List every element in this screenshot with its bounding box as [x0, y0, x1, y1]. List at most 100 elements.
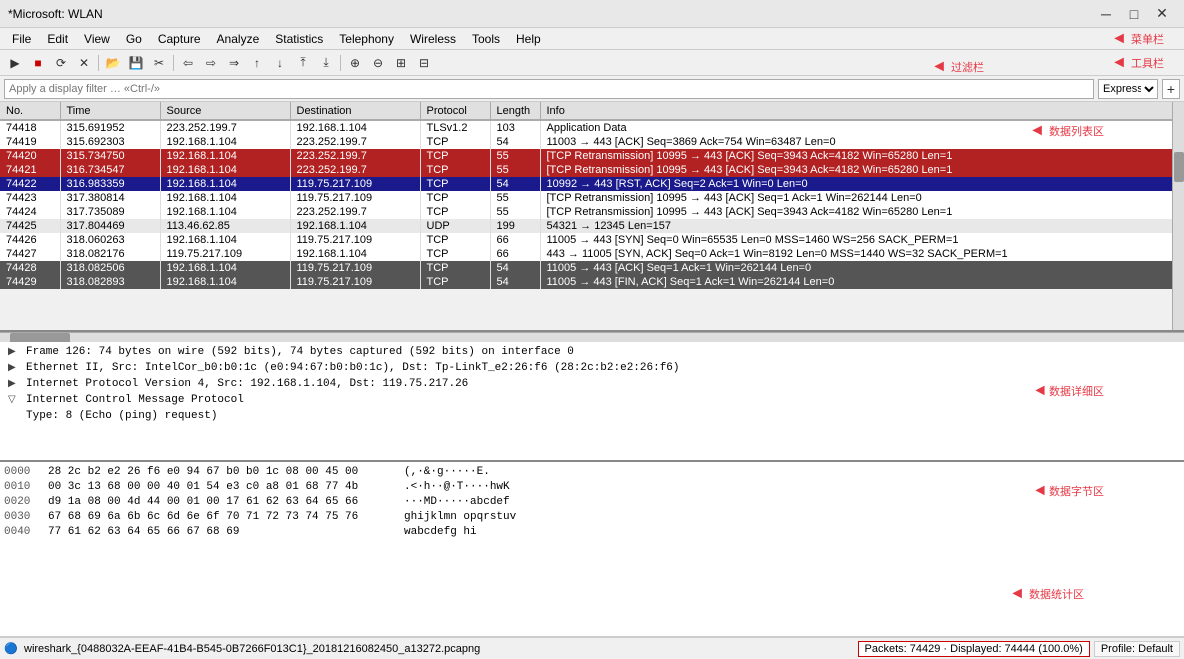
tb-sep1: [98, 55, 99, 71]
hex-row: 0020 d9 1a 08 00 4d 44 00 01 00 17 61 62…: [4, 494, 1180, 509]
table-row[interactable]: 74424 317.735089 192.168.1.104 223.252.1…: [0, 205, 1184, 219]
cell-proto: TCP: [420, 149, 490, 163]
tb-first[interactable]: ⤒: [292, 53, 314, 73]
detail-row[interactable]: ▶ Ethernet II, Src: IntelCor_b0:b0:1c (e…: [4, 360, 1180, 376]
tb-zoomout[interactable]: ⊖: [367, 53, 389, 73]
menu-edit[interactable]: Edit: [39, 30, 76, 48]
cell-no: 74429: [0, 275, 60, 289]
menu-file[interactable]: File: [4, 30, 39, 48]
cell-len: 55: [490, 149, 540, 163]
table-row[interactable]: 74425 317.804469 113.46.62.85 192.168.1.…: [0, 219, 1184, 233]
cell-no: 74424: [0, 205, 60, 219]
table-row[interactable]: 74429 318.082893 192.168.1.104 119.75.21…: [0, 275, 1184, 289]
close-button[interactable]: ✕: [1148, 3, 1176, 25]
tb-fwd[interactable]: ⇨: [200, 53, 222, 73]
menu-wireless[interactable]: Wireless: [402, 30, 464, 48]
col-info[interactable]: Info: [540, 102, 1184, 120]
cell-len: 54: [490, 177, 540, 191]
packet-vscrollbar[interactable]: [1172, 102, 1184, 330]
cell-dst: 119.75.217.109: [290, 177, 420, 191]
col-len[interactable]: Length: [490, 102, 540, 120]
cell-proto: TCP: [420, 261, 490, 275]
col-src[interactable]: Source: [160, 102, 290, 120]
table-row[interactable]: 74428 318.082506 192.168.1.104 119.75.21…: [0, 261, 1184, 275]
detail-row[interactable]: ▶ Internet Protocol Version 4, Src: 192.…: [4, 376, 1180, 392]
cell-time: 315.734750: [60, 149, 160, 163]
filter-input[interactable]: [4, 79, 1094, 99]
menubar: File Edit View Go Capture Analyze Statis…: [0, 28, 1184, 50]
table-row[interactable]: 74421 316.734547 192.168.1.104 223.252.1…: [0, 163, 1184, 177]
cell-proto: TCP: [420, 233, 490, 247]
menu-analyze[interactable]: Analyze: [209, 30, 268, 48]
table-row[interactable]: 74420 315.734750 192.168.1.104 223.252.1…: [0, 149, 1184, 163]
tb-save[interactable]: 💾: [125, 53, 147, 73]
hex-ascii: ghijklmn opqrstuv: [404, 511, 516, 523]
tb-next[interactable]: ↓: [269, 53, 291, 73]
cell-time: 317.380814: [60, 191, 160, 205]
table-row[interactable]: 74418 315.691952 223.252.199.7 192.168.1…: [0, 120, 1184, 135]
cell-dst: 223.252.199.7: [290, 149, 420, 163]
hex-rows: 0000 28 2c b2 e2 26 f6 e0 94 67 b0 b0 1c…: [4, 464, 1180, 539]
detail-row[interactable]: ▶ Frame 126: 74 bytes on wire (592 bits)…: [4, 344, 1180, 360]
expression-dropdown[interactable]: Expression…: [1098, 79, 1158, 99]
col-no[interactable]: No.: [0, 102, 60, 120]
tb-start[interactable]: ▶: [4, 53, 26, 73]
hex-row: 0040 77 61 62 63 64 65 66 67 68 69 wabcd…: [4, 524, 1180, 539]
menu-help[interactable]: Help: [508, 30, 549, 48]
cell-time: 318.082893: [60, 275, 160, 289]
minimize-button[interactable]: ─: [1092, 3, 1120, 25]
cell-proto: TCP: [420, 163, 490, 177]
tb-stop[interactable]: ■: [27, 53, 49, 73]
tb-zoomin[interactable]: ⊕: [344, 53, 366, 73]
toolbar-annotation: ◄ 工具栏: [1111, 54, 1164, 72]
tb-resize[interactable]: ⊟: [413, 53, 435, 73]
maximize-button[interactable]: □: [1120, 3, 1148, 25]
hex-bytes: d9 1a 08 00 4d 44 00 01 00 17 61 62 63 6…: [48, 496, 388, 508]
col-dst[interactable]: Destination: [290, 102, 420, 120]
tb-close2[interactable]: ✂: [148, 53, 170, 73]
stats-annotation: ◄ 数据统计区: [1009, 585, 1084, 603]
main-area: ◄ 数据列表区 No. Time Source Destination Prot…: [0, 102, 1184, 659]
tb-prev[interactable]: ↑: [246, 53, 268, 73]
table-row[interactable]: 74423 317.380814 192.168.1.104 119.75.21…: [0, 191, 1184, 205]
table-row[interactable]: 74427 318.082176 119.75.217.109 192.168.…: [0, 247, 1184, 261]
hex-bytes: 67 68 69 6a 6b 6c 6d 6e 6f 70 71 72 73 7…: [48, 511, 388, 523]
cell-time: 318.060263: [60, 233, 160, 247]
detail-row[interactable]: ▽ Internet Control Message Protocol: [4, 392, 1180, 408]
cell-time: 317.735089: [60, 205, 160, 219]
cell-time: 318.082176: [60, 247, 160, 261]
col-proto[interactable]: Protocol: [420, 102, 490, 120]
cell-no: 74421: [0, 163, 60, 177]
cell-time: 316.734547: [60, 163, 160, 177]
menu-tools[interactable]: Tools: [464, 30, 508, 48]
add-filter-button[interactable]: +: [1162, 79, 1180, 99]
detail-text: Type: 8 (Echo (ping) request): [26, 410, 217, 422]
tb-back[interactable]: ⇦: [177, 53, 199, 73]
table-row[interactable]: 74422 316.983359 192.168.1.104 119.75.21…: [0, 177, 1184, 191]
tb-restart[interactable]: ⟳: [50, 53, 72, 73]
table-row[interactable]: 74419 315.692303 192.168.1.104 223.252.1…: [0, 135, 1184, 149]
cell-len: 66: [490, 247, 540, 261]
tb-close[interactable]: ✕: [73, 53, 95, 73]
cell-src: 192.168.1.104: [160, 275, 290, 289]
cell-len: 55: [490, 205, 540, 219]
menu-telephony[interactable]: Telephony: [331, 30, 402, 48]
filterbar: Expression… + ◄ 过滤栏: [0, 76, 1184, 102]
packet-hscrollbar[interactable]: [0, 332, 1184, 342]
menu-capture[interactable]: Capture: [150, 30, 209, 48]
tb-last[interactable]: ⤓: [315, 53, 337, 73]
cell-time: 315.692303: [60, 135, 160, 149]
cell-len: 54: [490, 135, 540, 149]
menu-statistics[interactable]: Statistics: [267, 30, 331, 48]
packet-hscroll-thumb: [10, 333, 70, 343]
col-time[interactable]: Time: [60, 102, 160, 120]
cell-len: 199: [490, 219, 540, 233]
menu-view[interactable]: View: [76, 30, 118, 48]
table-row[interactable]: 74426 318.060263 192.168.1.104 119.75.21…: [0, 233, 1184, 247]
detail-row[interactable]: Type: 8 (Echo (ping) request): [4, 408, 1180, 424]
tb-jump[interactable]: ⇒: [223, 53, 245, 73]
tb-open[interactable]: 📂: [102, 53, 124, 73]
tb-normal[interactable]: ⊞: [390, 53, 412, 73]
cell-dst: 192.168.1.104: [290, 219, 420, 233]
menu-go[interactable]: Go: [118, 30, 150, 48]
